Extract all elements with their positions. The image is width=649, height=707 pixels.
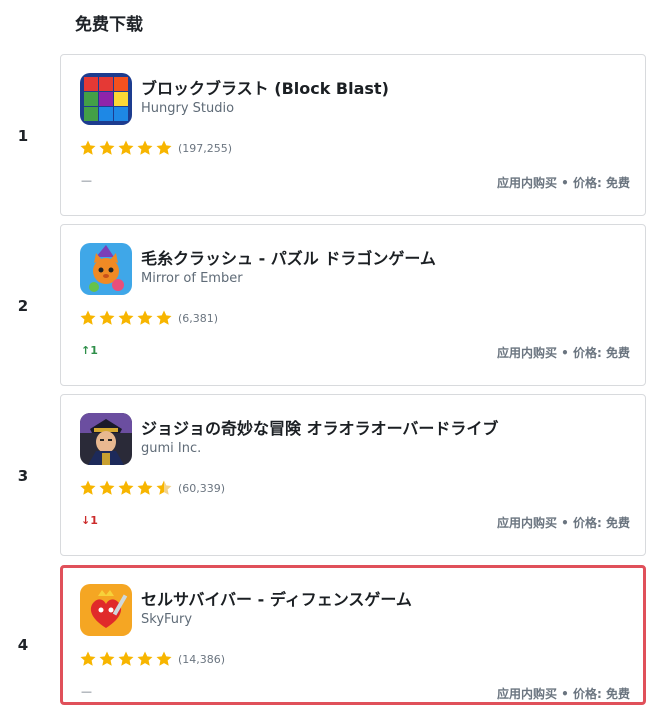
rank-change: ↑1 [81,344,98,357]
star-icon [156,310,172,325]
developer-name[interactable]: Mirror of Ember [141,271,243,286]
star-icon [99,480,115,495]
star-rating [79,650,174,668]
app-name[interactable]: ブロックブラスト (Block Blast) [141,75,389,99]
star-icon [118,310,134,325]
star-icon [137,651,153,666]
star-icon [118,480,134,495]
rank-change: — [81,174,92,187]
star-icon [156,140,172,155]
rank-number: 2 [17,297,29,315]
star-icon [118,140,134,155]
rating: (14,386) [79,650,225,668]
star-rating [79,309,174,327]
rank-number: 4 [17,636,29,654]
price-info: 应用内购买 • 价格: 免费 [496,516,630,530]
app-name[interactable]: ジョジョの奇妙な冒険 オラオラオーバードライブ [141,415,498,439]
star-rating [79,479,174,497]
block-blast-icon [80,73,132,125]
star-icon [156,651,172,666]
star-rating [79,139,174,157]
app-card[interactable]: ジョジョの奇妙な冒険 オラオラオーバードライブ gumi Inc. (60,33… [60,394,646,556]
star-icon [137,310,153,325]
star-icon [80,310,96,325]
star-icon [118,651,134,666]
app-card-selected[interactable]: セルサバイバー - ディフェンスゲーム SkyFury (14,386) — 应… [60,565,646,705]
review-count: (60,339) [178,481,226,495]
price-info: 应用内购买 • 价格: 免费 [496,687,630,701]
star-icon [99,310,115,325]
developer-name[interactable]: gumi Inc. [141,441,201,456]
price-info: 应用内购买 • 价格: 免费 [496,176,630,190]
star-icon [99,651,115,666]
rating: (60,339) [79,479,225,497]
rating: (6,381) [79,309,218,327]
developer-name[interactable]: SkyFury [141,612,192,627]
yarn-cat-icon [80,243,132,295]
star-icon [137,140,153,155]
star-icon [99,140,115,155]
section-title: 免费下载 [75,15,143,35]
rank-change: ↓1 [81,514,98,527]
star-icon [80,140,96,155]
heart-knight-icon [80,584,132,636]
rating: (197,255) [79,139,232,157]
star-icon [137,480,153,495]
review-count: (14,386) [178,652,226,666]
rank-change: — [81,685,92,698]
star-icon [80,651,96,666]
developer-name[interactable]: Hungry Studio [141,101,234,116]
app-card[interactable]: 毛糸クラッシュ - パズル ドラゴンゲーム Mirror of Ember (6… [60,224,646,386]
review-count: (197,255) [178,141,233,155]
app-name[interactable]: 毛糸クラッシュ - パズル ドラゴンゲーム [141,245,436,269]
star-half-icon [156,480,172,495]
jojo-character-icon [80,413,132,465]
app-name[interactable]: セルサバイバー - ディフェンスゲーム [141,586,412,610]
rank-number: 3 [17,467,29,485]
review-count: (6,381) [178,311,219,325]
price-info: 应用内购买 • 价格: 免费 [496,346,630,360]
rank-number: 1 [17,127,29,145]
app-card[interactable]: ブロックブラスト (Block Blast) Hungry Studio (19… [60,54,646,216]
star-icon [80,480,96,495]
